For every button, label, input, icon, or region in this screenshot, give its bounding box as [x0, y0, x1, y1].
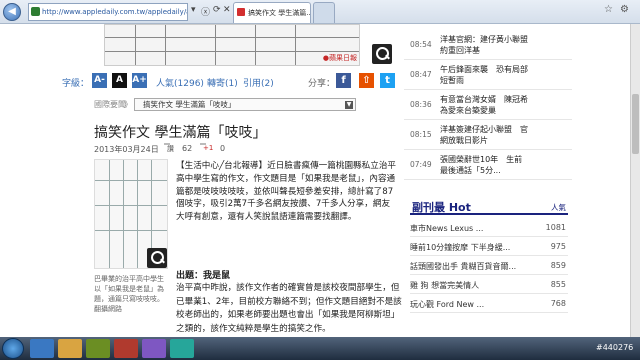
hot-item-title: 車市News Lexus ... — [410, 224, 484, 233]
ie-taskbar-icon[interactable] — [30, 339, 54, 358]
font-normal-button[interactable]: A — [112, 73, 127, 88]
news-time: 08:54 — [410, 40, 432, 49]
article-column: ●蘋果日報 字級： A- A A+ 人氣(1296) 轉寄(1) 引用(2) 分… — [62, 24, 402, 337]
address-bar[interactable]: http://www.appledaily.com.tw/appledaily/… — [28, 3, 188, 21]
news-item[interactable]: 07:49 張國榮辭世10年 生前最後通話「5分... — [404, 150, 572, 180]
address-text: http://www.appledaily.com.tw/appledaily/… — [42, 8, 187, 16]
refresh-icon[interactable]: ⟳ — [213, 5, 221, 15]
hot-item-count: 855 — [550, 280, 566, 289]
back-button[interactable]: ◀ — [3, 3, 21, 21]
news-item[interactable]: 08:54 洋基官網：建仔黃小聯盟約重回洋基 — [404, 32, 572, 60]
hot-section-header: 副刊最 Hot 人氣 — [410, 199, 568, 215]
app-taskbar-icon[interactable] — [170, 339, 194, 358]
article-title: 搞笑作文 學生滿篇「吱吱」 — [94, 125, 267, 141]
article-date: 2013年03月24日 — [94, 145, 159, 154]
article-paragraph-2: 治平高中昨說，該作文作者的確實曾是該校夜間部學生，但已畢業1、2年，目前校方聯絡… — [176, 283, 402, 334]
font-larger-button[interactable]: A+ — [132, 73, 147, 88]
article-figure-image[interactable] — [94, 159, 168, 269]
font-smaller-button[interactable]: A- — [92, 73, 107, 88]
hot-item-count: 1081 — [545, 223, 566, 232]
article-select-dropdown[interactable]: 搞笑作文 學生滿篇「吱吱」 ▼ — [134, 98, 356, 111]
right-sidebar: 08:54 洋基官網：建仔黃小聯盟約重回洋基 08:47 午后鋒面來襲 恐有局部… — [404, 24, 572, 337]
site-favicon-icon — [31, 7, 40, 16]
plus-one-label: +1 — [203, 144, 214, 152]
news-time: 08:15 — [410, 130, 432, 139]
tab-favicon-icon — [237, 8, 245, 16]
image-watermark: ●蘋果日報 — [322, 54, 357, 62]
hot-item-title: 雞 狗 想當完美情人 — [410, 281, 480, 290]
taskbar: #440276 — [0, 337, 640, 360]
hot-item-title: 話頭國發出手 貴糊百貨音爾... — [410, 262, 517, 271]
breadcrumb-separator: 》 — [124, 100, 132, 109]
like-button[interactable]: 讚 — [164, 143, 174, 153]
news-time: 08:36 — [410, 100, 432, 109]
plurk-share-icon[interactable]: ⇧ — [359, 73, 374, 88]
zoom-icon[interactable] — [372, 44, 392, 64]
tab-new[interactable] — [313, 2, 335, 23]
web-page: ●蘋果日報 字級： A- A A+ 人氣(1296) 轉寄(1) 引用(2) 分… — [0, 24, 640, 337]
news-item[interactable]: 08:47 午后鋒面來襲 恐有局部短暫雨 — [404, 60, 572, 90]
news-time: 08:47 — [410, 70, 432, 79]
address-dropdown-icon[interactable]: ▾ — [191, 5, 196, 15]
app-taskbar-icon[interactable] — [142, 339, 166, 358]
tray-text: #440276 — [596, 343, 634, 352]
hot-list-item[interactable]: 話頭國發出手 貴糊百貨音爾... 859 — [410, 256, 568, 275]
address-stop-icon[interactable]: ⓧ — [201, 5, 210, 18]
figure-zoom-icon[interactable] — [147, 248, 167, 268]
news-item[interactable]: 08:36 有意當台灣女婿 陳冠希為愛來台築愛巢 — [404, 90, 572, 120]
breadcrumb-section[interactable]: 國際要聞 — [94, 99, 126, 110]
news-time: 07:49 — [410, 160, 432, 169]
figure-caption: 巴畢業的治平高中學生以「如果我是老鼠」為題，通篇只寫吱吱吱。翻攝網路 — [94, 275, 164, 313]
hot-item-count: 859 — [550, 261, 566, 270]
settings-gear-icon[interactable]: ⚙ — [620, 4, 629, 15]
browser-chrome: ◀ http://www.appledaily.com.tw/appledail… — [0, 0, 640, 24]
article-subhead: 出題：我是鼠 — [176, 271, 231, 281]
hot-item-count: 975 — [550, 242, 566, 251]
plus-one-button[interactable]: +1 — [200, 143, 213, 152]
forward-link[interactable]: 轉寄(1) — [207, 76, 238, 89]
article-paragraph-1: 【生活中心╱台北報導】近日臉書瘋傳一篇桃園縣私立治平高中學生寫的作文，作文題目是… — [176, 161, 397, 223]
article-toolbar: 字級： A- A A+ 人氣(1296) 轉寄(1) 引用(2) 分享： f ⇧… — [62, 72, 398, 90]
news-item[interactable]: 08:15 洋基簽建仔起小聯盟 官網放戰日影片 — [404, 120, 572, 150]
explorer-taskbar-icon[interactable] — [58, 339, 82, 358]
hot-list-item[interactable]: 車市News Lexus ... 1081 — [410, 218, 568, 237]
start-button[interactable] — [2, 338, 24, 359]
tab-label: 搞笑作文 學生滿篇... — [248, 9, 311, 17]
news-title: 午后鋒面來襲 恐有局部短暫雨 — [440, 65, 528, 85]
hot-section-sort[interactable]: 人氣 — [551, 202, 566, 213]
views-count: 人氣(1296) — [156, 79, 204, 89]
tab-article[interactable]: 搞笑作文 學生滿篇... ✕ — [233, 2, 311, 23]
share-label: 分享： — [308, 79, 336, 89]
page-scrollbar[interactable] — [630, 24, 640, 337]
media-taskbar-icon[interactable] — [86, 339, 110, 358]
hot-item-title: 玩心觀 Ford New ... — [410, 300, 485, 309]
news-title: 張國榮辭世10年 生前最後通話「5分... — [440, 155, 523, 175]
font-size-label: 字級： — [62, 79, 90, 89]
hot-list-item[interactable]: 雞 狗 想當完美情人 855 — [410, 275, 568, 294]
address-close-icon[interactable]: ✕ — [223, 5, 231, 15]
breadcrumb: 國際要聞 》 搞笑作文 學生滿篇「吱吱」 ▼ — [62, 98, 398, 112]
article-select-value: 搞笑作文 學生滿篇「吱吱」 — [143, 100, 236, 109]
hot-list-item[interactable]: 睡前10分鐘按摩 下半身緩... 975 — [410, 237, 568, 256]
like-count: 62 — [182, 144, 193, 153]
like-label: 讚 — [167, 145, 174, 153]
hot-item-count: 768 — [550, 299, 566, 308]
back-icon: ◀ — [8, 6, 16, 17]
news-title: 有意當台灣女婿 陳冠希為愛來台築愛巢 — [440, 95, 528, 115]
facebook-share-icon[interactable]: f — [336, 73, 351, 88]
hot-section-title: 副刊最 Hot — [412, 201, 471, 214]
news-title: 洋基簽建仔起小聯盟 官網放戰日影片 — [440, 125, 528, 145]
plus-one-count: 0 — [220, 144, 226, 153]
favorites-star-icon[interactable]: ☆ — [604, 4, 613, 15]
chevron-down-icon: ▼ — [345, 101, 353, 109]
twitter-share-icon[interactable]: t — [380, 73, 395, 88]
article-top-image[interactable]: ●蘋果日報 — [104, 24, 360, 66]
hot-list-item[interactable]: 玩心觀 Ford New ... 768 — [410, 294, 568, 313]
scrollbar-thumb[interactable] — [632, 94, 639, 154]
news-title: 洋基官網：建仔黃小聯盟約重回洋基 — [440, 35, 528, 55]
hot-item-title: 睡前10分鐘按摩 下半身緩... — [410, 243, 511, 252]
quote-link[interactable]: 引用(2) — [243, 76, 274, 89]
app-taskbar-icon[interactable] — [114, 339, 138, 358]
